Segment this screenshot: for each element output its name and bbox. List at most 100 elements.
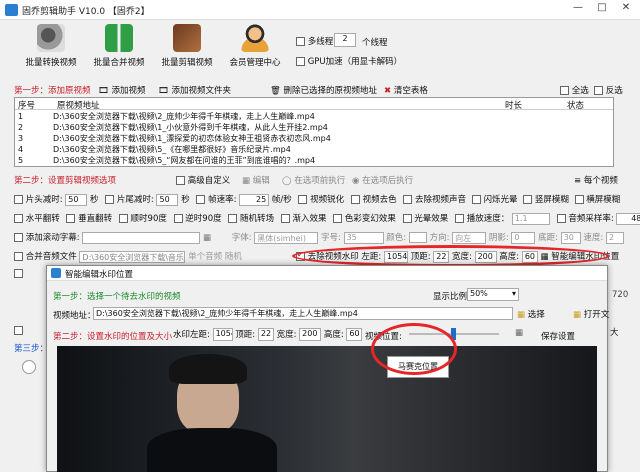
dlg-height-input[interactable]: 60	[346, 328, 363, 341]
table-row[interactable]: 1 D:\360安全浏览器下载\视频\2_庞帅少年得千年棋魂，走上人生巅峰.mp4	[15, 111, 613, 122]
playback-checkbox[interactable]	[455, 214, 464, 223]
highlight-oval-watermark-row	[292, 245, 610, 267]
batch-merge-button[interactable]: 批量合并视频	[86, 22, 152, 74]
invert-checkbox[interactable]	[594, 86, 603, 95]
row-path: D:\360安全浏览器下载\视频\5_“网友都在问谁的王菲”到底谁唱的？.mp4	[53, 156, 316, 165]
multithread-checkbox[interactable]	[296, 37, 305, 46]
member-center-label: 会员管理中心	[229, 58, 281, 68]
light-checkbox[interactable]	[402, 214, 412, 223]
select-all-checkbox[interactable]	[560, 86, 569, 95]
light-label: 光晕效果	[414, 214, 449, 224]
playback-speed-select[interactable]: 1.1	[511, 212, 550, 225]
choose-button[interactable]: ▦ 选择	[517, 308, 545, 320]
flash-label: 闪烁光晕	[483, 195, 518, 205]
vflip-checkbox[interactable]	[66, 214, 76, 223]
dlg-top-input[interactable]: 22	[257, 328, 274, 341]
table-row[interactable]: 4 D:\360安全浏览器下载\视频\5_《在哪里都很好》音乐纪录片.mp4	[15, 144, 613, 155]
thread-count-input[interactable]: 2	[334, 33, 356, 47]
speed-label: 速度:	[583, 233, 604, 243]
horizontal-blur-checkbox[interactable]	[574, 195, 584, 204]
batch-convert-button[interactable]: 批量转换视频	[18, 22, 84, 74]
remove-audio-checkbox[interactable]	[403, 195, 413, 204]
header-duration: 时长	[505, 101, 523, 111]
peek-checkbox[interactable]	[14, 269, 23, 278]
size-select[interactable]: 35	[343, 231, 384, 244]
before-option[interactable]: ◯ 在选项前执行	[282, 174, 345, 186]
minimize-button[interactable]: —	[568, 2, 588, 17]
ccw90-checkbox[interactable]	[173, 214, 183, 223]
font-select[interactable]: 黑体(simhei)	[254, 231, 319, 244]
member-center-button[interactable]: 会员管理中心	[222, 22, 288, 74]
edit-button[interactable]: ▦ 编辑	[242, 174, 270, 186]
audio-rate-checkbox[interactable]	[556, 214, 566, 223]
app-icon	[5, 4, 18, 16]
save-settings-button[interactable]: 保存设置	[541, 330, 575, 342]
radio-peek[interactable]	[22, 360, 36, 374]
speed-input[interactable]: 2	[605, 231, 624, 244]
vertical-blur-checkbox[interactable]	[523, 195, 533, 204]
color-change-checkbox[interactable]	[333, 214, 343, 223]
shadow-select[interactable]: 0	[511, 231, 536, 244]
scroll-sub-checkbox[interactable]	[14, 233, 23, 242]
peek-checkbox-2[interactable]	[14, 326, 23, 335]
fade-in-checkbox[interactable]	[280, 214, 290, 223]
ratio-select[interactable]: 50% ▾	[467, 288, 519, 301]
direction-select[interactable]: 向左	[452, 231, 487, 244]
bgm-path-input[interactable]: D:\360安全浏览器下载\音乐下载	[79, 250, 186, 263]
gpu-option[interactable]: GPU加速（用显卡解码）	[296, 55, 402, 67]
batch-edit-button[interactable]: 批量剪辑视频	[154, 22, 220, 74]
hflip-checkbox[interactable]	[14, 214, 23, 223]
batch-convert-label: 批量转换视频	[25, 58, 77, 68]
close-button[interactable]: ✕	[616, 2, 636, 17]
clear-table-label: 清空表格	[393, 86, 428, 96]
advanced-checkbox[interactable]	[176, 176, 185, 185]
clear-table-button[interactable]: ✖ 清空表格	[384, 84, 428, 96]
multithread-option[interactable]: 多线程	[296, 35, 333, 47]
table-row[interactable]: 3 D:\360安全浏览器下载\视频\1_漂探爱的初恋体验女神王祖贤赤衣初恋风.m…	[15, 133, 613, 144]
options-row-3: 添加滚动字幕: ▦ 字体: 黑体(simhei) 字号: 35 颜色: 方向: …	[14, 231, 624, 244]
cw90-checkbox[interactable]	[118, 214, 128, 223]
invert-option[interactable]: 反选	[594, 84, 623, 96]
decolor-label: 视频去色	[362, 195, 397, 205]
video-table[interactable]: 序号 原视频地址 时长 状态 1 D:\360安全浏览器下载\视频\2_庞帅少年得…	[14, 97, 614, 167]
scroll-sub-input[interactable]	[82, 231, 201, 244]
video-preview[interactable]: 马赛克位置	[57, 346, 597, 472]
open-folder-button[interactable]: ▦ 打开文	[573, 308, 609, 320]
dlg-width-input[interactable]: 200	[299, 328, 322, 341]
table-row[interactable]: 2 D:\360安全浏览器下载\视频\1_小伙意外得到千年棋魂，从此人生开挂2.m…	[15, 122, 613, 133]
color-picker[interactable]	[408, 232, 427, 243]
random-transition-checkbox[interactable]	[228, 214, 238, 223]
decolor-checkbox[interactable]	[350, 195, 360, 204]
video-path-input[interactable]: D:\360安全浏览器下载\视频\2_庞帅少年得千年棋魂，走上人生巅峰.mp4	[93, 307, 513, 320]
flash-checkbox[interactable]	[471, 195, 481, 204]
add-folder-label: 添加视频文件夹	[171, 86, 232, 96]
row-index: 1	[18, 112, 24, 121]
after-option[interactable]: ◉ 在选项后执行	[352, 174, 413, 186]
header-index: 序号	[18, 101, 36, 111]
cut-tail-input[interactable]: 50	[156, 193, 179, 206]
bgm-checkbox[interactable]	[14, 252, 23, 261]
cut-head-input[interactable]: 50	[65, 193, 88, 206]
audio-rate-input[interactable]: 48	[616, 212, 640, 225]
invert-label: 反选	[605, 86, 623, 96]
add-folder-button[interactable]: 🎞 添加视频文件夹	[158, 84, 231, 96]
scroll-sub-label: 添加滚动字幕:	[25, 233, 80, 243]
bottom-input[interactable]: 30	[560, 231, 581, 244]
gpu-checkbox[interactable]	[296, 57, 305, 66]
fps-input[interactable]: 25	[239, 193, 270, 206]
random-transition-label: 随机转场	[240, 214, 275, 224]
table-row[interactable]: 5 D:\360安全浏览器下载\视频\5_“网友都在问谁的王菲”到底谁唱的？.mp…	[15, 155, 613, 166]
sharpen-checkbox[interactable]	[298, 195, 308, 204]
select-all-option[interactable]: 全选	[560, 84, 589, 96]
fps-checkbox[interactable]	[196, 195, 206, 204]
maximize-button[interactable]: □	[592, 2, 612, 17]
cut-head-checkbox[interactable]	[14, 195, 23, 204]
select-all-label: 全选	[571, 86, 589, 96]
add-video-button[interactable]: 🎞 添加视频	[98, 84, 146, 96]
bgm-peek-checkbox	[14, 269, 23, 279]
delete-selected-button[interactable]: 🗑 删除已选择的原视频地址	[270, 84, 377, 96]
cut-tail-checkbox[interactable]	[105, 195, 115, 204]
dlg-left-input[interactable]: 1054	[212, 328, 233, 341]
advanced-option[interactable]: 高级自定义	[176, 174, 230, 186]
playback-label: 播放速度：	[466, 214, 510, 224]
